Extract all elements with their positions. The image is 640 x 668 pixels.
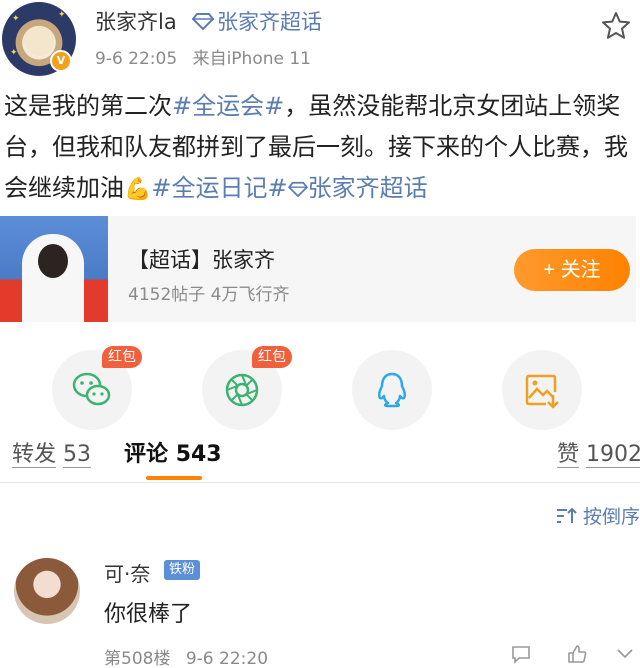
post-date: 9-6 22:05 (95, 49, 178, 69)
hashtag-link[interactable]: #全运日记# (151, 174, 287, 202)
tab-comments-label: 评论 (124, 442, 169, 467)
supertopic-title: 【超话】张家齐 (128, 248, 275, 272)
supertopic-link[interactable]: 张家齐超话 (192, 6, 322, 36)
tab-bar: 转发 53 评论 543 赞 1902 (0, 432, 640, 480)
star-decoration-icon: ✦ (10, 48, 18, 58)
moments-icon (225, 373, 259, 407)
active-tab-indicator (146, 476, 202, 480)
tab-comments[interactable]: 评论 543 (124, 436, 222, 468)
verified-badge-icon: V (50, 50, 72, 72)
commenter-name[interactable]: 可·奈 (104, 558, 150, 587)
red-packet-badge: 红包 (252, 346, 292, 368)
comment-floor: 第508楼 (104, 649, 171, 668)
share-qq-button[interactable] (352, 350, 432, 430)
tab-repost-count: 53 (63, 442, 92, 468)
commenter-avatar[interactable] (14, 558, 80, 624)
share-row: 红包 红包 (0, 346, 640, 430)
comment-time: 9-6 22:20 (185, 649, 269, 668)
diamond-icon (287, 181, 308, 198)
save-image-button[interactable] (502, 350, 582, 430)
supertopic-inline-label: 张家齐超话 (307, 174, 428, 202)
red-packet-badge: 红包 (102, 346, 142, 368)
diamond-icon (192, 13, 214, 30)
post-text: 这是我的第二次#全运会#，虽然没能帮北京女团站上领奖台，但我和队友都拼到了最后一… (4, 86, 636, 210)
comment-meta: 第508楼 9-6 22:20 (104, 644, 278, 668)
flexed-biceps-emoji: 💪 (124, 177, 152, 202)
author-name[interactable]: 张家齐la (95, 6, 177, 36)
supertopic-label: 张家齐超话 (217, 10, 322, 34)
comment-item: 可·奈 铁粉 你很棒了 第508楼 9-6 22:20 (0, 540, 640, 668)
hashtag-link[interactable]: #全运会# (172, 92, 284, 120)
divider (0, 482, 640, 483)
post-meta: 9-6 22:05 来自iPhone 11 (95, 44, 321, 69)
comment-text: 你很棒了 (104, 602, 193, 627)
tab-repost-label: 转发 (12, 442, 57, 468)
post-text-part: 这是我的第二次 (4, 92, 172, 120)
avatar-face (24, 26, 54, 56)
tab-likes-label: 赞 (557, 442, 580, 468)
post-header: ✦ ✦ ✦ V 张家齐la 张家齐超话 9-6 22:05 来自iPhone 1… (0, 0, 640, 80)
follow-button[interactable]: + 关注 (514, 249, 630, 291)
sort-label: 按倒序 (583, 506, 640, 528)
save-image-icon (525, 374, 559, 409)
favorite-star-icon[interactable] (600, 10, 632, 42)
supertopic-thumbnail (0, 216, 108, 322)
sort-button[interactable]: 按倒序 (555, 502, 640, 529)
reply-icon[interactable] (510, 644, 532, 664)
qq-icon (377, 372, 407, 408)
post-source: 来自iPhone 11 (192, 49, 311, 69)
supertopic-stats: 4152帖子 4万飞行齐 (128, 285, 290, 305)
wechat-icon (72, 372, 111, 406)
star-decoration-icon: ✦ (58, 10, 66, 20)
tab-likes[interactable]: 赞 1902 (557, 436, 640, 468)
tab-repost[interactable]: 转发 53 (12, 436, 92, 468)
tab-likes-count: 1902 (586, 442, 640, 468)
like-icon[interactable] (566, 644, 588, 664)
star-decoration-icon: ✦ (12, 14, 20, 24)
fan-badge: 铁粉 (164, 560, 201, 580)
tab-comments-count: 543 (175, 442, 222, 467)
thumbnail-head (38, 244, 68, 278)
more-icon[interactable] (614, 644, 636, 664)
supertopic-inline-link[interactable]: 张家齐超话 (287, 174, 428, 202)
sort-icon (557, 507, 577, 523)
